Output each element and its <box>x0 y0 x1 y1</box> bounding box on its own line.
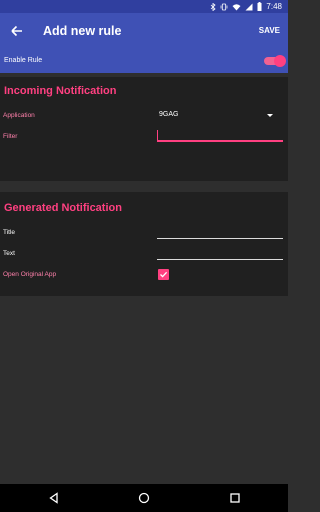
dropdown-arrow-icon[interactable] <box>267 114 273 117</box>
check-icon <box>160 271 168 278</box>
generated-notification-section: Generated Notification Title Text Open O… <box>0 192 288 296</box>
wifi-icon <box>232 3 241 10</box>
text-input[interactable] <box>157 259 283 260</box>
text-cursor <box>157 130 158 140</box>
generated-notification-heading: Generated Notification <box>4 202 122 214</box>
navigation-bar <box>0 484 288 512</box>
vibrate-icon <box>221 3 228 10</box>
bluetooth-icon <box>211 2 217 11</box>
filter-label: Filter <box>3 133 18 140</box>
clock: 7:48 <box>266 2 282 11</box>
open-original-app-checkbox[interactable] <box>158 269 169 280</box>
recents-square-icon[interactable] <box>229 492 241 504</box>
save-button[interactable]: SAVE <box>259 26 280 35</box>
battery-icon <box>257 2 262 11</box>
signal-icon <box>245 3 253 10</box>
application-select[interactable]: 9GAG <box>159 111 178 118</box>
filter-input[interactable] <box>157 140 283 142</box>
text-label: Text <box>3 250 15 257</box>
title-input[interactable] <box>157 238 283 239</box>
enable-rule-label: Enable Rule <box>4 57 43 64</box>
application-label: Application <box>3 112 35 119</box>
title-label: Title <box>3 229 16 236</box>
switch-thumb <box>274 55 286 67</box>
arrow-back-icon[interactable] <box>10 24 24 38</box>
status-bar: 7:48 <box>0 0 288 13</box>
page-title: Add new rule <box>43 24 122 38</box>
incoming-notification-heading: Incoming Notification <box>4 85 117 97</box>
home-circle-icon[interactable] <box>138 492 150 504</box>
enable-rule-row[interactable]: Enable Rule <box>0 49 288 73</box>
open-original-app-label: Open Original App <box>3 271 57 278</box>
back-triangle-icon[interactable] <box>48 492 60 504</box>
incoming-notification-section: Incoming Notification Application Filter <box>0 77 288 181</box>
app-bar: Add new rule SAVE <box>0 13 288 49</box>
enable-rule-switch[interactable] <box>264 55 286 67</box>
